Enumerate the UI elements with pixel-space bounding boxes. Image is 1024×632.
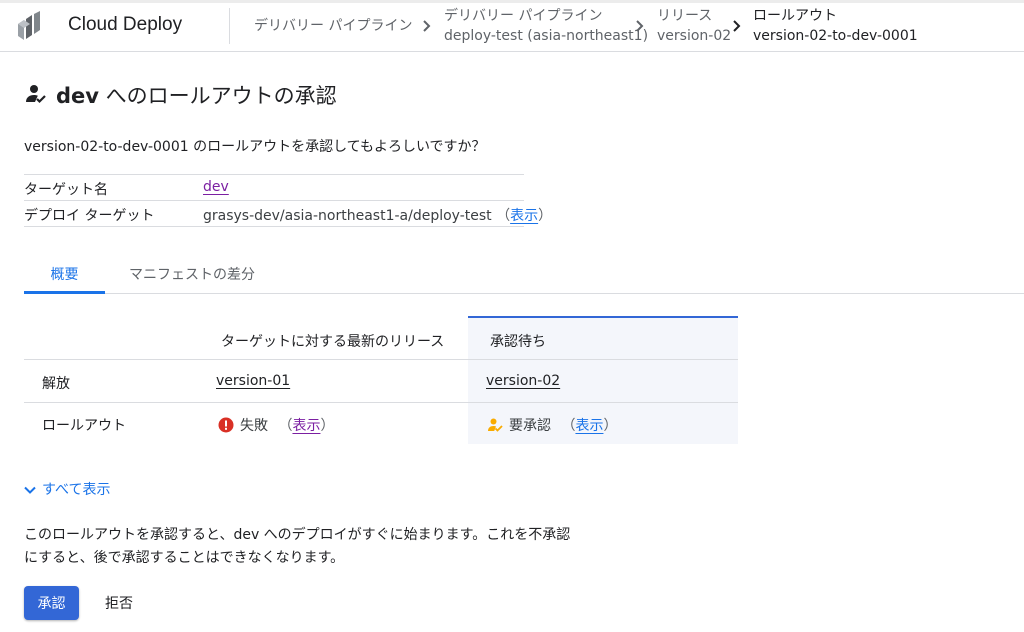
tab-bar: 概要 マニフェストの差分 [24, 252, 1024, 294]
deploy-target-value: grasys-dev/asia-northeast1-a/deploy-test… [203, 208, 553, 224]
compare-header-row: ターゲットに対する最新のリリース 承認待ち [24, 316, 738, 360]
pending-rollout-view-link[interactable]: 表示 [575, 418, 603, 434]
target-info-table: ターゲット名 dev デプロイ ターゲット grasys-dev/asia-no… [24, 174, 552, 227]
latest-release-link[interactable]: version-01 [216, 373, 290, 389]
notice-line-2: にすると、後で承認することはできなくなります。 [24, 550, 345, 566]
compare-row-rollout: ロールアウト 失敗 （表示） 要承認 （表示） [24, 403, 738, 444]
show-all-label: すべて表示 [42, 482, 111, 498]
target-name-link[interactable]: dev [203, 179, 229, 195]
column-header-pending: 承認待ち [490, 334, 546, 350]
breadcrumb-pipelines[interactable]: デリバリー パイプライン [254, 16, 412, 36]
info-row-target: ターゲット名 dev [24, 175, 524, 201]
pending-rollout-status: 要承認 （表示） [487, 415, 617, 435]
chevron-right-icon [423, 20, 431, 32]
breadcrumb-release[interactable]: リリース version-02 [657, 6, 731, 46]
confirm-question: version-02-to-dev-0001 のロールアウトを承認してもよろしい… [24, 139, 486, 155]
page-title: dev へのロールアウトの承認 [56, 84, 337, 108]
top-bar: Cloud Deploy デリバリー パイプライン デリバリー パイプライン d… [0, 0, 1024, 52]
chevron-down-icon [24, 486, 36, 494]
person-check-icon [26, 85, 46, 104]
notice-line-1: このロールアウトを承認すると、dev へのデプロイがすぐに始まります。これを不承… [24, 527, 571, 543]
tab-manifest-diff[interactable]: マニフェストの差分 [122, 252, 262, 294]
person-check-icon [488, 418, 503, 432]
release-compare-table: ターゲットに対する最新のリリース 承認待ち 解放 version-01 vers… [24, 316, 738, 444]
chevron-right-icon [636, 20, 644, 32]
tab-overview[interactable]: 概要 [24, 252, 105, 294]
deploy-target-view-link[interactable]: 表示 [510, 208, 538, 224]
reject-button[interactable]: 拒否 [92, 586, 146, 620]
target-name-label: ターゲット名 [24, 182, 108, 198]
pending-release-link[interactable]: version-02 [486, 373, 560, 389]
row-label-rollout: ロールアウト [42, 418, 126, 434]
breadcrumb-pipeline[interactable]: デリバリー パイプライン deploy-test (asia-northeast… [444, 6, 648, 46]
header-divider [229, 8, 230, 44]
breadcrumb-rollout: ロールアウト version-02-to-dev-0001 [753, 8, 918, 44]
column-header-latest: ターゲットに対する最新のリリース [221, 334, 445, 350]
latest-rollout-status: 失敗 （表示） [218, 415, 334, 435]
approval-notice: このロールアウトを承認すると、dev へのデプロイがすぐに始まります。これを不承… [24, 524, 584, 570]
compare-row-release: 解放 version-01 version-02 [24, 360, 738, 403]
latest-rollout-view-link[interactable]: 表示 [292, 418, 320, 434]
row-label-release: 解放 [42, 376, 70, 392]
deploy-target-label: デプロイ ターゲット [24, 208, 155, 224]
chevron-right-icon [733, 20, 741, 32]
show-all-toggle[interactable]: すべて表示 [22, 479, 110, 499]
info-row-deploy: デプロイ ターゲット grasys-dev/asia-northeast1-a/… [24, 201, 552, 227]
error-icon [218, 417, 234, 433]
cloud-deploy-logo[interactable] [16, 11, 48, 43]
approve-button[interactable]: 承認 [24, 586, 79, 620]
product-name[interactable]: Cloud Deploy [68, 14, 182, 36]
